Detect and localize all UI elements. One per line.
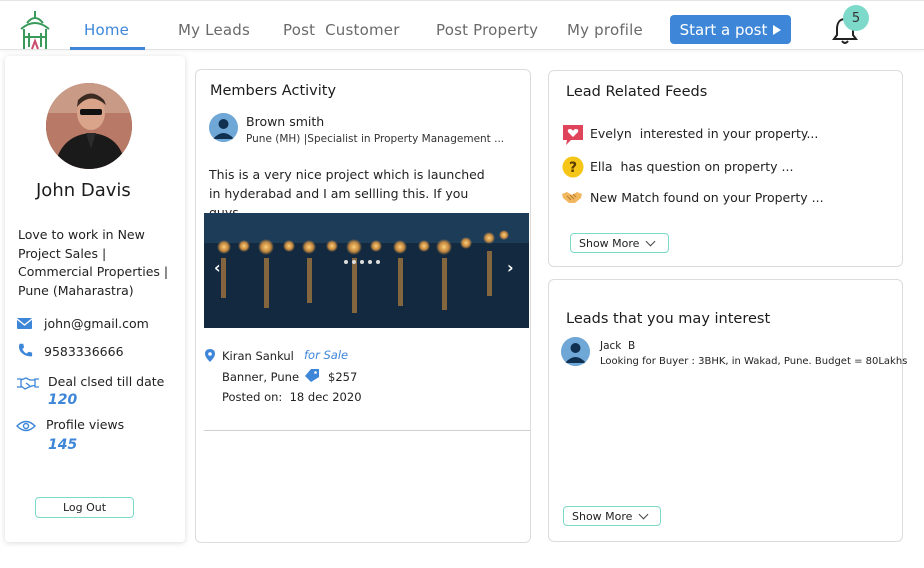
sale-tag: for Sale (304, 348, 349, 362)
profile-name: John Davis (36, 180, 131, 201)
leads-show-more-button[interactable]: Show More (563, 506, 661, 526)
members-activity-title: Members Activity (210, 83, 337, 99)
eye-icon (16, 420, 36, 432)
question-icon: ? (562, 156, 584, 178)
carousel-dot[interactable] (344, 260, 348, 264)
post-image[interactable] (204, 213, 529, 328)
show-more-label: Show More (572, 509, 633, 523)
deals-label: Deal clsed till date (48, 374, 165, 389)
nav-active-indicator (70, 47, 145, 50)
carousel-prev-icon[interactable]: ‹ (214, 258, 221, 277)
nav-home[interactable]: Home (84, 21, 129, 39)
carousel-dot[interactable] (376, 260, 380, 264)
svg-text:?: ? (569, 160, 577, 176)
views-label: Profile views (46, 417, 125, 432)
heart-chat-icon (563, 125, 583, 145)
logout-button[interactable]: Log Out (35, 497, 134, 518)
carousel-dot[interactable] (352, 260, 356, 264)
chevron-down-icon (646, 236, 656, 246)
feed-item[interactable]: Evelyn interested in your property... (590, 126, 818, 141)
lead-name[interactable]: Jack B (600, 340, 635, 352)
logo-icon[interactable] (17, 9, 53, 53)
top-navigation-bar: Home My Leads Post Customer Post Propert… (0, 0, 924, 50)
feeds-show-more-button[interactable]: Show More (570, 233, 669, 253)
start-post-label: Start a post (679, 20, 768, 39)
mail-icon (16, 318, 33, 329)
author-name[interactable]: Brown smith (246, 114, 324, 129)
carousel-dot[interactable] (368, 260, 372, 264)
deals-value: 120 (48, 392, 78, 408)
leads-interest-title: Leads that you may interest (566, 311, 771, 327)
profile-email[interactable]: john@gmail.com (44, 316, 149, 331)
location-name: Kiran Sankul (222, 349, 294, 363)
location-area: Banner, Pune (222, 370, 300, 384)
carousel-dot[interactable] (360, 260, 364, 264)
city-lights-photo (204, 213, 529, 328)
avatar-photo (46, 83, 132, 169)
lead-avatar[interactable] (561, 337, 590, 366)
lead-text: Looking for Buyer : 3BHK, in Wakad, Pune… (600, 356, 908, 367)
nav-post-customer[interactable]: Post Customer (283, 21, 400, 39)
show-more-label: Show More (579, 236, 640, 250)
user-icon (561, 337, 590, 366)
author-subtitle: Pune (MH) |Specialist in Property Manage… (246, 133, 505, 145)
nav-my-leads[interactable]: My Leads (178, 21, 250, 39)
feed-item[interactable]: Ella has question on property ... (590, 159, 793, 174)
profile-phone[interactable]: 9583336666 (44, 344, 124, 359)
price-tag-icon (305, 369, 319, 382)
handshake-icon (17, 377, 39, 390)
author-avatar[interactable] (209, 113, 238, 142)
views-value: 145 (48, 437, 78, 453)
start-post-button[interactable]: Start a post (670, 15, 791, 44)
user-icon (209, 113, 238, 142)
location-pin-icon (205, 349, 215, 362)
nav-post-property[interactable]: Post Property (436, 21, 538, 39)
nav-my-profile[interactable]: My profile (567, 21, 643, 39)
feed-item[interactable]: New Match found on your Property ... (590, 190, 824, 205)
handshake-icon (562, 192, 582, 203)
chevron-down-icon (639, 509, 649, 519)
carousel-next-icon[interactable]: › (507, 258, 514, 277)
avatar[interactable] (46, 83, 132, 169)
lead-feeds-title: Lead Related Feeds (566, 84, 708, 100)
notification-count-badge[interactable]: 5 (843, 5, 869, 31)
profile-bio: Love to work in New Project Sales | Comm… (18, 227, 169, 298)
posted-on: Posted on: 18 dec 2020 (222, 390, 362, 404)
post-divider (204, 430, 530, 431)
play-icon (773, 24, 782, 35)
phone-icon (18, 343, 33, 357)
price: $257 (328, 370, 358, 384)
